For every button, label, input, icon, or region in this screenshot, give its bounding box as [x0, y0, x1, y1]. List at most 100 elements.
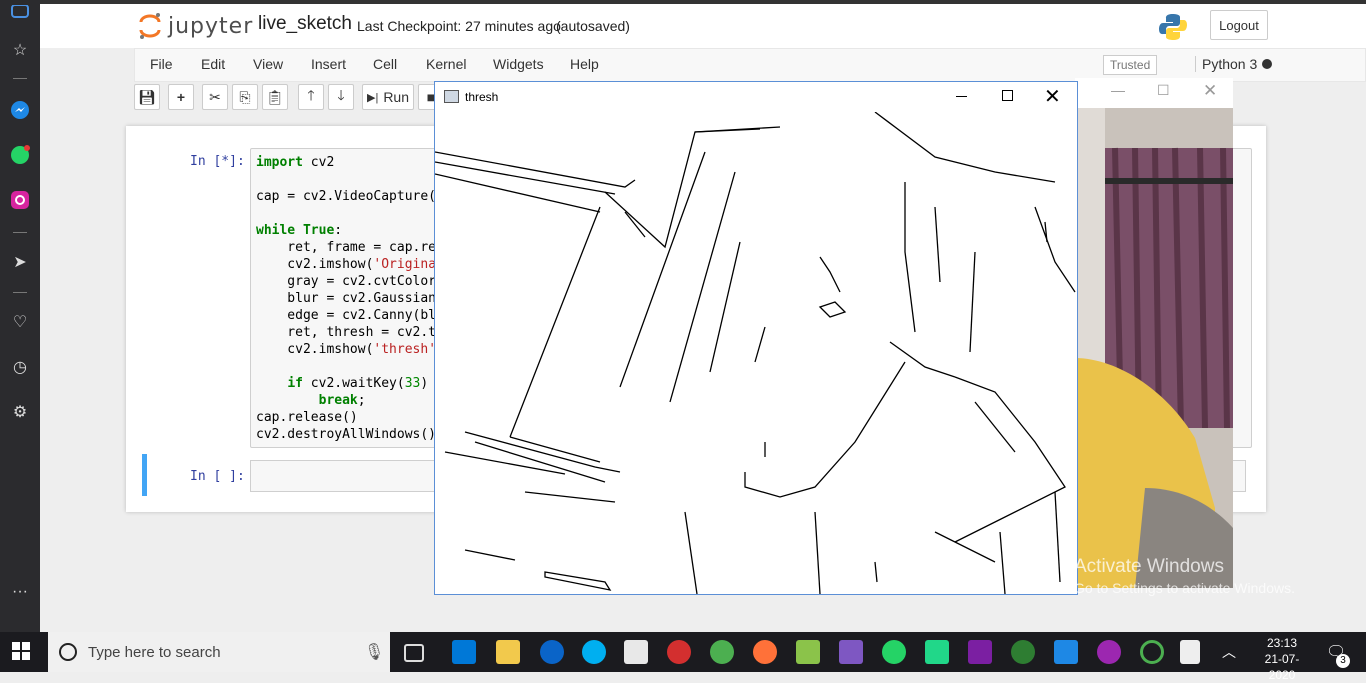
star-icon[interactable]: ☆ [8, 38, 32, 62]
minecraft-icon[interactable] [796, 640, 820, 664]
close-icon[interactable]: ✕ [1203, 81, 1217, 101]
kernel-name[interactable]: Python 3 [1195, 56, 1257, 72]
task-view-icon[interactable] [404, 644, 424, 662]
taskbar: Type here to search 🎙︎ ︿ 23:13 21-07-202… [0, 632, 1366, 682]
history-icon[interactable]: ◷ [8, 355, 32, 379]
copy-icon: ⎘ [239, 88, 251, 105]
run-label: Run [383, 89, 409, 105]
plus-icon: + [176, 89, 186, 105]
firefox-icon[interactable] [753, 640, 777, 664]
python-logo-icon [1158, 12, 1188, 47]
window-icon [444, 90, 459, 103]
anaconda-icon[interactable] [1011, 640, 1035, 664]
clock-time: 23:13 [1266, 636, 1298, 650]
run-button[interactable]: ▶︎| Run [362, 84, 414, 110]
sidebar-divider [13, 232, 27, 233]
send-icon[interactable]: ➤ [8, 250, 32, 274]
menu-file[interactable]: File [150, 56, 173, 72]
paste-button[interactable]: 📋︎ [262, 84, 288, 110]
kernel-busy-indicator [1262, 59, 1272, 69]
scissors-icon: ✂ [209, 88, 221, 105]
logout-button[interactable]: Logout [1210, 10, 1268, 40]
file-explorer-icon[interactable] [496, 640, 520, 664]
home-icon[interactable] [8, 0, 32, 24]
menu-view[interactable]: View [253, 56, 283, 72]
original-window-titlebar: — ☐ ✕ [1075, 78, 1233, 108]
play-icon: ▶︎| [366, 91, 379, 104]
menu-widgets[interactable]: Widgets [493, 56, 544, 72]
insert-cell-button[interactable]: + [168, 84, 194, 110]
taskbar-search-box[interactable]: Type here to search 🎙︎ [48, 632, 390, 672]
search-placeholder: Type here to search [88, 644, 221, 661]
thresh-window[interactable]: thresh ✕ [434, 81, 1078, 595]
windows-start-icon[interactable] [12, 642, 30, 665]
menu-cell[interactable]: Cell [373, 56, 397, 72]
jupyter-logo-icon [139, 13, 161, 39]
maximize-icon[interactable] [1002, 90, 1013, 101]
cell-prompt: In [*]: [190, 154, 245, 169]
store-icon[interactable] [452, 640, 476, 664]
watermark-subtitle: Go to Settings to activate Windows. [1074, 580, 1295, 596]
notebook-name[interactable]: live_sketch [258, 13, 352, 35]
paste-icon: 📋︎ [266, 88, 284, 105]
activate-windows-watermark: Activate Windows Go to Settings to activ… [1074, 556, 1295, 596]
app-icon[interactable] [1097, 640, 1121, 664]
arrow-down-icon: 🡓 [337, 87, 345, 103]
search-icon [59, 643, 77, 661]
cut-button[interactable]: ✂ [202, 84, 228, 110]
checkpoint-status: Last Checkpoint: 27 minutes ago [357, 18, 561, 34]
sidebar-divider [13, 292, 27, 293]
menu-insert[interactable]: Insert [311, 56, 346, 72]
settings-gear-icon[interactable]: ⚙ [8, 400, 32, 424]
move-down-button[interactable]: 🡓 [328, 84, 354, 110]
save-button[interactable]: 💾︎ [134, 84, 160, 110]
menu-bar: File Edit View Insert Cell Kernel Widget… [134, 48, 1366, 82]
chevron-up-icon[interactable]: ︿ [1222, 642, 1236, 662]
opera-icon[interactable] [667, 640, 691, 664]
mail-icon[interactable] [624, 640, 648, 664]
move-up-button[interactable]: 🡑 [298, 84, 324, 110]
close-icon[interactable]: ✕ [1044, 84, 1061, 109]
jupyter-logo[interactable]: jupyter [138, 12, 253, 40]
whatsapp-taskbar-icon[interactable] [882, 640, 906, 664]
system-clock[interactable]: 23:13 21-07-2020 [1252, 635, 1312, 683]
browser-sidebar: ☆ ➤ ♡ ◷ ⚙ ··· [0, 0, 40, 632]
notebook-header: jupyter live_sketch Last Checkpoint: 27 … [40, 4, 1366, 48]
copy-button[interactable]: ⎘ [232, 84, 258, 110]
document-icon[interactable] [1180, 640, 1200, 664]
watermark-title: Activate Windows [1074, 556, 1224, 577]
menu-help[interactable]: Help [570, 56, 599, 72]
menu-edit[interactable]: Edit [201, 56, 225, 72]
sidebar-divider [13, 78, 27, 79]
thresh-image [435, 112, 1076, 594]
window-title: thresh [465, 90, 499, 104]
whatsapp-icon[interactable] [8, 143, 32, 167]
loader-app-icon[interactable] [1140, 640, 1164, 664]
clock-date: 21-07-2020 [1264, 652, 1300, 682]
pycharm-icon[interactable] [925, 640, 949, 664]
original-window[interactable]: — ☐ ✕ [1075, 78, 1233, 588]
visual-studio-icon[interactable] [839, 640, 863, 664]
menu-kernel[interactable]: Kernel [426, 56, 466, 72]
trusted-indicator[interactable]: Trusted [1103, 55, 1158, 75]
minimize-icon[interactable] [956, 96, 967, 97]
more-icon[interactable]: ··· [8, 580, 32, 604]
thresh-window-titlebar: thresh ✕ [435, 82, 1077, 112]
selected-cell-indicator [142, 454, 147, 496]
jupyter-logo-text: jupyter [168, 13, 254, 39]
microphone-icon[interactable]: 🎙︎ [364, 642, 384, 662]
arrow-up-icon: 🡑 [307, 87, 315, 103]
vscode-icon[interactable] [1054, 640, 1078, 664]
heart-icon[interactable]: ♡ [8, 310, 32, 334]
autosave-status: (autosaved) [556, 18, 630, 34]
edge-icon[interactable] [540, 640, 564, 664]
onenote-icon[interactable] [968, 640, 992, 664]
notification-count-badge: 3 [1336, 654, 1350, 668]
skype-icon[interactable] [582, 640, 606, 664]
instagram-icon[interactable] [8, 188, 32, 212]
chrome-icon[interactable] [710, 640, 734, 664]
minimize-icon[interactable]: — [1111, 82, 1125, 98]
webcam-frame-image [1075, 108, 1233, 588]
maximize-icon[interactable]: ☐ [1157, 82, 1170, 99]
messenger-icon[interactable] [8, 98, 32, 122]
